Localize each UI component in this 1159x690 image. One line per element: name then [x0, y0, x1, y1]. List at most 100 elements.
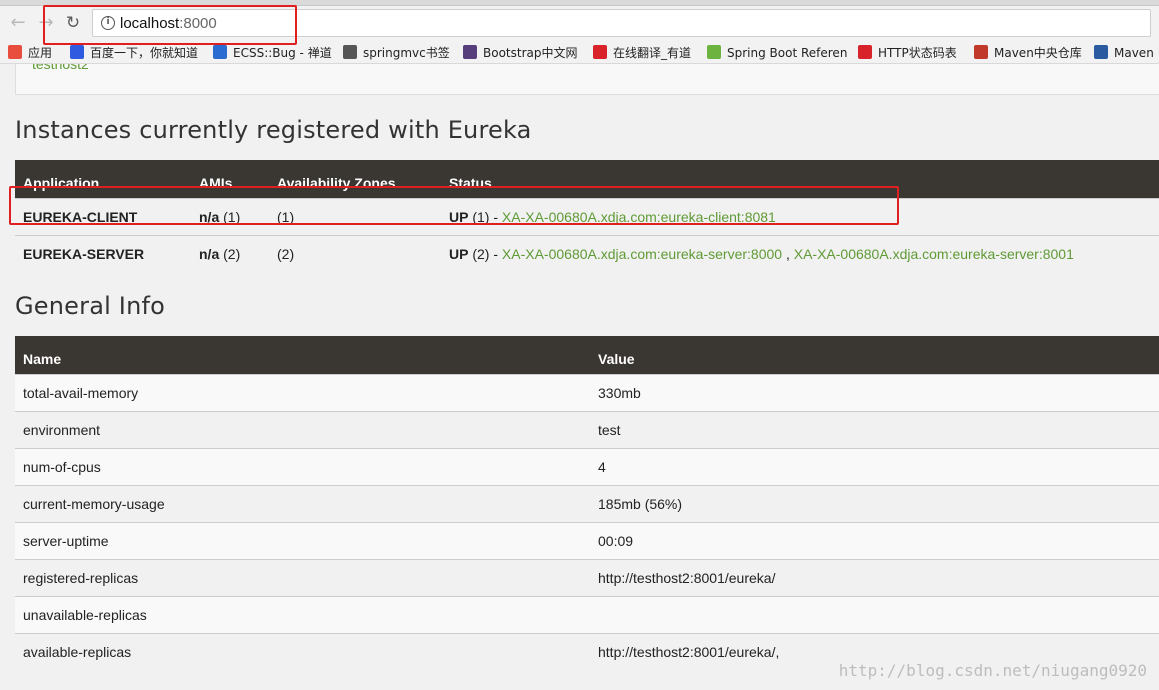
zentao-icon — [213, 45, 227, 59]
col-status: Status — [441, 160, 1159, 198]
reload-icon: ↻ — [65, 13, 81, 33]
bookmark-label: Bootstrap中文网 — [483, 46, 578, 60]
forward-button[interactable]: → — [36, 13, 56, 33]
watermark: http://blog.csdn.net/niugang0920 — [838, 661, 1147, 680]
youdao-icon — [593, 45, 607, 59]
info-row: total-avail-memory 330mb — [15, 373, 1159, 411]
ami-count: (2) — [219, 245, 241, 262]
col-zones: Availability Zones — [269, 160, 441, 198]
amis-cell: n/a (2) — [191, 234, 269, 272]
bookmark-label: Maven — [1114, 46, 1154, 60]
info-value: 185mb (56%) — [590, 484, 1159, 522]
reload-button[interactable]: ↻ — [63, 13, 83, 33]
general-info-header-row: Name Value — [15, 336, 1159, 374]
status-count: (2) - — [468, 245, 502, 262]
info-row: unavailable-replicas — [15, 595, 1159, 633]
bookmark-item[interactable]: Maven中央仓库 — [974, 44, 1082, 62]
bookmark-item[interactable]: ECSS::Bug - 禅道 — [213, 44, 332, 62]
general-info-heading: General Info — [15, 292, 166, 320]
bookmark-label: 应用 — [28, 46, 53, 60]
bookmark-item[interactable]: Spring Boot Referen — [707, 44, 847, 62]
address-bar[interactable]: i localhost:8000 — [92, 9, 1151, 37]
instance-row: EUREKA-CLIENT n/a (1) (1) UP (1) - XA-XA-00… — [15, 197, 1159, 235]
info-row: environment test — [15, 410, 1159, 448]
browser-toolbar: ← → ↻ i localhost:8000 — [0, 0, 1159, 42]
status-up: UP — [449, 208, 469, 225]
instance-link[interactable]: XA-XA-00680A.xdja.com:eureka-client:8081 — [502, 209, 776, 225]
amis-cell: n/a (1) — [191, 197, 269, 235]
bookmark-label: Spring Boot Referen — [727, 46, 848, 60]
app-cell: EUREKA-CLIENT — [15, 197, 191, 235]
bookmark-label: Maven中央仓库 — [994, 46, 1082, 60]
bootstrap-icon — [463, 45, 477, 59]
bookmark-item[interactable]: 应用 — [8, 44, 52, 62]
info-row: server-uptime 00:09 — [15, 521, 1159, 559]
info-name: available-replicas — [15, 632, 590, 670]
zones-cell: (1) — [269, 197, 441, 235]
apps-icon — [8, 45, 22, 59]
info-name: num-of-cpus — [15, 447, 590, 485]
info-row: num-of-cpus 4 — [15, 447, 1159, 485]
bookmark-label: 在线翻译_有道 — [613, 46, 692, 60]
col-value: Value — [590, 336, 1159, 374]
general-info-table: Name Value total-avail-memory 330mb enviro… — [15, 336, 1159, 670]
col-amis: AMIs — [191, 160, 269, 198]
col-application: Application — [15, 160, 191, 198]
bookmark-item[interactable]: 百度一下，你就知道 — [70, 44, 198, 62]
info-name: environment — [15, 410, 590, 448]
tab-strip — [0, 0, 1159, 6]
baidu-icon — [70, 45, 84, 59]
app-cell: EUREKA-SERVER — [15, 234, 191, 272]
instance-link[interactable]: XA-XA-00680A.xdja.com:eureka-server:8000 — [502, 246, 782, 262]
bookmark-label: HTTP状态码表 — [878, 46, 957, 60]
info-icon[interactable]: i — [101, 16, 115, 30]
instance-link[interactable]: XA-XA-00680A.xdja.com:eureka-server:8001 — [794, 246, 1074, 262]
bookmark-label: ECSS::Bug - 禅道 — [233, 46, 332, 60]
replicas-panel: testhost2 — [15, 64, 1159, 95]
bookmarks-bar: 应用 百度一下，你就知道 ECSS::Bug - 禅道 springmvc书签 Boot… — [0, 42, 1159, 64]
mvn-icon — [1094, 45, 1108, 59]
bookmark-item[interactable]: springmvc书签 — [343, 44, 450, 62]
info-row: current-memory-usage 185mb (56%) — [15, 484, 1159, 522]
ami-na: n/a — [199, 208, 220, 225]
info-name: current-memory-usage — [15, 484, 590, 522]
eureka-dashboard: testhost2 Instances currently registered… — [0, 64, 1159, 690]
replica-link[interactable]: testhost2 — [32, 64, 89, 72]
status-cell: UP (2) - XA-XA-00680A.xdja.com:eureka-se… — [441, 234, 1159, 272]
back-button[interactable]: ← — [8, 13, 28, 33]
braces-icon — [858, 45, 872, 59]
instances-heading: Instances currently registered with Eure… — [15, 116, 532, 144]
info-name: server-uptime — [15, 521, 590, 559]
info-value — [590, 595, 1159, 633]
info-name: registered-replicas — [15, 558, 590, 596]
book-icon — [343, 45, 357, 59]
ami-na: n/a — [199, 245, 220, 262]
info-value: 4 — [590, 447, 1159, 485]
info-row: registered-replicas http://testhost2:8001… — [15, 558, 1159, 596]
instance-row: EUREKA-SERVER n/a (2) (2) UP (2) - XA-XA-00… — [15, 234, 1159, 272]
instances-header-row: Application AMIs Availability Zones Stat… — [15, 160, 1159, 198]
app-name: EUREKA-SERVER — [23, 245, 145, 262]
status-up: UP — [449, 245, 469, 262]
app-name: EUREKA-CLIENT — [23, 208, 138, 225]
arrow-left-icon: ← — [10, 12, 26, 33]
status-cell: UP (1) - XA-XA-00680A.xdja.com:eureka-cl… — [441, 197, 1159, 235]
link-separator: , — [782, 245, 794, 262]
maven-icon — [974, 45, 988, 59]
bookmark-item[interactable]: Bootstrap中文网 — [463, 44, 577, 62]
bookmark-item[interactable]: 在线翻译_有道 — [593, 44, 691, 62]
bookmark-label: 百度一下，你就知道 — [90, 46, 199, 60]
spring-icon — [707, 45, 721, 59]
bookmark-item[interactable]: Maven — [1094, 44, 1154, 62]
bookmark-label: springmvc书签 — [363, 46, 450, 60]
url-text[interactable]: localhost:8000 — [120, 15, 217, 32]
col-name: Name — [15, 336, 590, 374]
info-name: unavailable-replicas — [15, 595, 590, 633]
bookmark-item[interactable]: HTTP状态码表 — [858, 44, 957, 62]
info-name: total-avail-memory — [15, 373, 590, 411]
zones-cell: (2) — [269, 234, 441, 272]
ami-count: (1) — [219, 208, 241, 225]
info-value: http://testhost2:8001/eureka/ — [590, 558, 1159, 596]
info-value: 00:09 — [590, 521, 1159, 559]
arrow-right-icon: → — [38, 12, 54, 33]
